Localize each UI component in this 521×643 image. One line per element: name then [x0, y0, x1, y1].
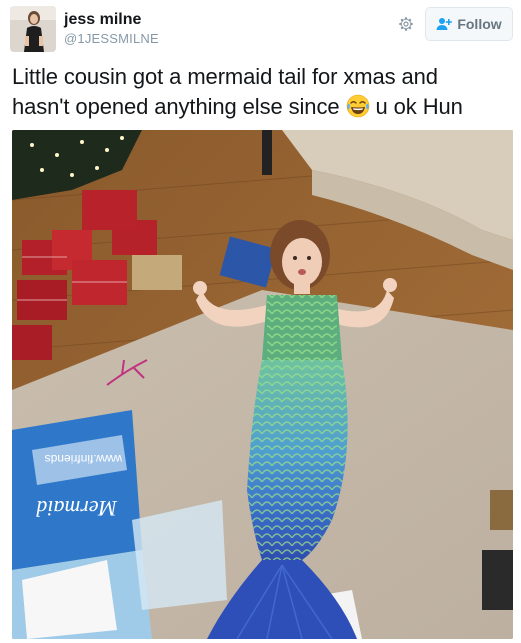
tears-of-joy-emoji-icon: [346, 94, 370, 118]
follow-label: Follow: [457, 16, 502, 32]
box-url-text: www.finfriends: [45, 452, 123, 466]
gear-icon[interactable]: [394, 12, 418, 36]
box-brand-text: Mermaid: [35, 496, 118, 521]
author-block: jess milne @1JESSMILNE: [64, 10, 159, 48]
add-user-icon: [436, 17, 453, 31]
tweet-text-line2-end: u ok Hun: [375, 94, 463, 119]
tweet-photo[interactable]: www.finfriends Mermaid: [12, 130, 513, 639]
user-handle[interactable]: @1JESSMILNE: [64, 30, 159, 48]
tweet-text-line2-start: hasn't opened anything else since: [12, 94, 340, 119]
follow-button[interactable]: Follow: [425, 7, 513, 41]
avatar[interactable]: [10, 6, 56, 52]
tweet-text-line1: Little cousin got a mermaid tail for xma…: [12, 64, 438, 89]
display-name[interactable]: jess milne: [64, 10, 159, 30]
tweet-header: jess milne @1JESSMILNE Follow: [0, 0, 521, 60]
tweet-text: Little cousin got a mermaid tail for xma…: [12, 62, 517, 122]
